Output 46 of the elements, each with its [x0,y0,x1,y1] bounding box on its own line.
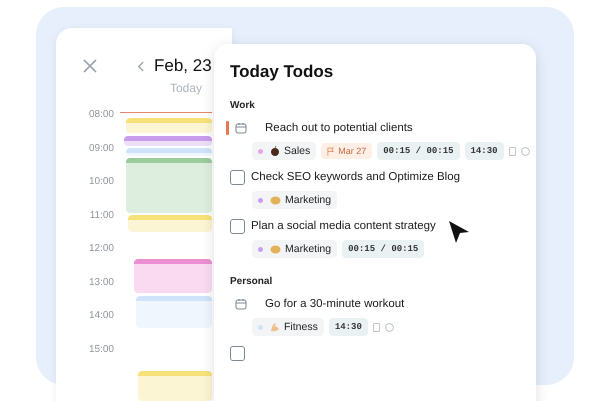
back-chevron-icon[interactable] [137,60,144,72]
calendar-date: Feb, 23 [154,56,212,76]
section-heading: Personal [230,276,274,287]
time-chip: 14:30 [328,318,368,336]
hour-label: 14:00 [88,310,114,323]
note-icon[interactable] [508,146,516,156]
event-block[interactable] [134,259,212,293]
note-icon[interactable] [372,322,380,332]
hour-label: 09:00 [88,142,114,156]
hour-label: 13:00 [88,276,114,290]
tag-chip: Marketing [252,191,338,209]
due-date-chip: Mar 27 [321,143,372,159]
checkbox[interactable] [230,218,245,234]
timer-chip: 00:15 / 00:15 [377,142,460,160]
calendar-subtitle: Today [168,81,203,95]
event-block[interactable] [124,136,212,146]
card-title: Today Todos [230,62,334,82]
bun-icon [270,244,281,254]
todo-title: Reach out to potential clients [265,122,413,134]
section-heading: Work [230,100,256,111]
timer-chip: 00:15 / 00:15 [342,240,424,258]
fruit-icon [270,146,280,156]
circle-icon[interactable] [520,146,530,156]
bun-icon [270,195,281,205]
tag-chip: Marketing [252,240,338,258]
tag-chip: Sales [252,142,316,160]
calendar-icon [235,122,247,134]
time-chip: 14:30 [464,142,504,160]
arm-icon [270,322,280,332]
circle-icon[interactable] [384,322,394,332]
todo-title: Plan a social media content strategy [251,220,436,232]
flag-icon [327,146,334,156]
todo-title: Go for a 30-minute workout [265,298,404,310]
calendar-icon [235,298,247,310]
checkbox[interactable] [230,170,245,184]
hour-label: 10:00 [88,176,114,189]
todo-title: Check SEO keywords and Optimize Blog [251,171,460,183]
tag-chip: Fitness [252,318,324,336]
mouse-pointer-icon [448,220,470,244]
close-icon[interactable] [83,59,97,73]
hour-label: 15:00 [88,344,114,356]
checkbox[interactable] [230,346,245,360]
hour-label: 11:00 [90,210,114,222]
event-block[interactable] [126,158,212,213]
hour-label: 12:00 [88,243,114,256]
hour-label: 08:00 [88,109,114,122]
